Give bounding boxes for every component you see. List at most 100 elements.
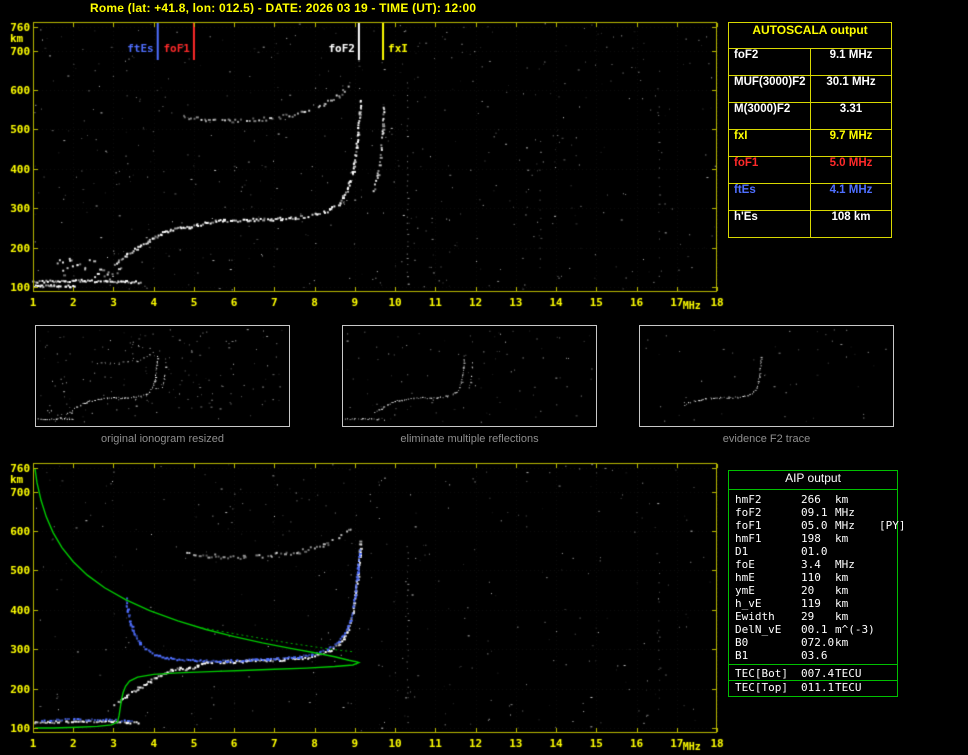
autoscala-row: M(3000)F2 3.31 [729, 103, 891, 130]
parameter-unit: MHz [835, 506, 855, 519]
parameter-name: B1 [735, 649, 749, 662]
autoscala-screen: Rome (lat: +41.8, lon: 012.5) - DATE: 20… [0, 0, 968, 755]
parameter-name: foF2 [735, 506, 762, 519]
parameter-unit: TECU [835, 681, 862, 694]
parameter-note [879, 545, 897, 558]
parameter-note [879, 623, 897, 636]
parameter-name: MUF(3000)F2 [729, 76, 811, 102]
ionogram-canvas [0, 14, 724, 314]
parameter-unit: km [835, 493, 849, 506]
aip-rows: hmF2 266 km foF2 09.1 MHz foF1 05.0 MHz [PY] hmF1 1… [729, 490, 906, 664]
aip-row: h_vE 119 km [729, 597, 897, 610]
thumbnail-canvas [640, 326, 893, 426]
parameter-value: 072.0 [801, 636, 835, 649]
aip-output-table: AIP output hmF2 266 km foF2 09.1 MHz foF1 05.0 M… [728, 470, 906, 697]
parameter-unit: km [835, 636, 849, 649]
parameter-value: 4.1 MHz [829, 184, 873, 196]
station-title: Rome (lat: +41.8, lon: 012.5) - DATE: 20… [90, 1, 477, 15]
autoscala-row: foF2 9.1 MHz [729, 49, 891, 76]
parameter-name: foF2 [729, 49, 811, 75]
parameter-name: Ewidth [735, 610, 775, 623]
autoscala-rows: foF2 9.1 MHz MUF(3000)F2 30.1 MHz M(3000)F2 3… [729, 49, 891, 237]
parameter-name: h_vE [735, 597, 762, 610]
parameter-name: hmF1 [735, 532, 762, 545]
parameter-note [879, 584, 897, 597]
profile-ionogram-canvas [0, 455, 724, 755]
aip-row: D1 01.0 [729, 545, 897, 558]
parameter-value: 05.0 [801, 519, 828, 532]
parameter-value: 266 [801, 493, 821, 506]
parameter-unit [835, 545, 879, 558]
parameter-name: foF1 [729, 157, 811, 183]
parameter-value: 03.6 [801, 649, 828, 662]
autoscala-output-table: AUTOSCALA output foF2 9.1 MHz MUF(3000)F2 3… [728, 22, 892, 238]
parameter-unit: km [835, 532, 849, 545]
aip-row: hmE 110 km [729, 571, 897, 584]
parameter-note [879, 493, 897, 506]
parameter-note [879, 532, 897, 545]
parameter-note: [PY] [879, 519, 906, 532]
parameter-unit: MHz [835, 558, 855, 571]
parameter-unit: km [835, 584, 849, 597]
thumbnail-caption: original ionogram resized [101, 433, 224, 445]
thumbnail-caption: evidence F2 trace [722, 433, 811, 445]
aip-row: hmF2 266 km [729, 493, 897, 506]
parameter-name: fxI [729, 130, 811, 156]
parameter-name: DelN_vE [735, 623, 782, 636]
aip-row: foE 3.4 MHz [729, 558, 897, 571]
parameter-name: foF1 [735, 519, 762, 532]
autoscala-row: foF1 5.0 MHz [729, 157, 891, 184]
parameter-name: hmE [735, 571, 755, 584]
parameter-note [879, 636, 897, 649]
thumbnail-canvas [343, 326, 596, 426]
aip-row: B1 03.6 [729, 649, 897, 662]
parameter-name: M(3000)F2 [729, 103, 811, 129]
parameter-value: 30.1 MHz [826, 76, 876, 88]
parameter-value: 007.4 [801, 667, 835, 680]
aip-row: foF1 05.0 MHz [PY] [729, 519, 906, 532]
parameter-note [879, 558, 897, 571]
parameter-value: 119 [801, 597, 821, 610]
aip-row: hmF1 198 km [729, 532, 897, 545]
parameter-note [879, 506, 897, 519]
parameter-name: ymE [735, 584, 755, 597]
autoscala-row: fxI 9.7 MHz [729, 130, 891, 157]
parameter-name: TEC[Top] [735, 681, 788, 694]
parameter-name: h'Es [729, 211, 811, 237]
autoscala-row: MUF(3000)F2 30.1 MHz [729, 76, 891, 103]
parameter-unit: MHz [835, 519, 855, 532]
aip-tec-row: TEC[Top] 011.1 TECU [729, 680, 897, 694]
autoscala-table-title: AUTOSCALA output [729, 23, 891, 49]
parameter-value: 9.7 MHz [829, 130, 873, 142]
parameter-value: 29 [801, 610, 815, 623]
aip-row: ymE 20 km [729, 584, 897, 597]
aip-row: B0 072.0 km [729, 636, 897, 649]
parameter-value: 09.1 [801, 506, 828, 519]
thumbnail-canvas [36, 326, 289, 426]
parameter-name: ftEs [729, 184, 811, 210]
parameter-note [879, 610, 897, 623]
thumbnail-original-ionogram [35, 325, 290, 427]
parameter-name: foE [735, 558, 755, 571]
parameter-name: TEC[Bot] [735, 667, 788, 680]
parameter-unit: km [835, 571, 849, 584]
parameter-value: 011.1 [801, 681, 835, 694]
parameter-note [879, 649, 897, 662]
aip-table-title: AIP output [729, 471, 897, 490]
parameter-value: 198 [801, 532, 821, 545]
parameter-name: D1 [735, 545, 749, 558]
parameter-value: 01.0 [801, 545, 828, 558]
aip-row: Ewidth 29 km [729, 610, 897, 623]
parameter-value: 20 [801, 584, 815, 597]
parameter-unit: km [835, 597, 849, 610]
parameter-name: B0 [735, 636, 749, 649]
parameter-value: 9.1 MHz [829, 49, 873, 61]
autoscala-row: h'Es 108 km [729, 211, 891, 237]
aip-row: foF2 09.1 MHz [729, 506, 897, 519]
parameter-value: 5.0 MHz [829, 157, 873, 169]
aip-row: DelN_vE 00.1 m^(-3) [729, 623, 897, 636]
thumbnail-caption: eliminate multiple reflections [400, 433, 539, 445]
parameter-name: hmF2 [735, 493, 762, 506]
thumbnail-cleaned-ionogram [342, 325, 597, 427]
parameter-value: 3.4 [801, 558, 821, 571]
